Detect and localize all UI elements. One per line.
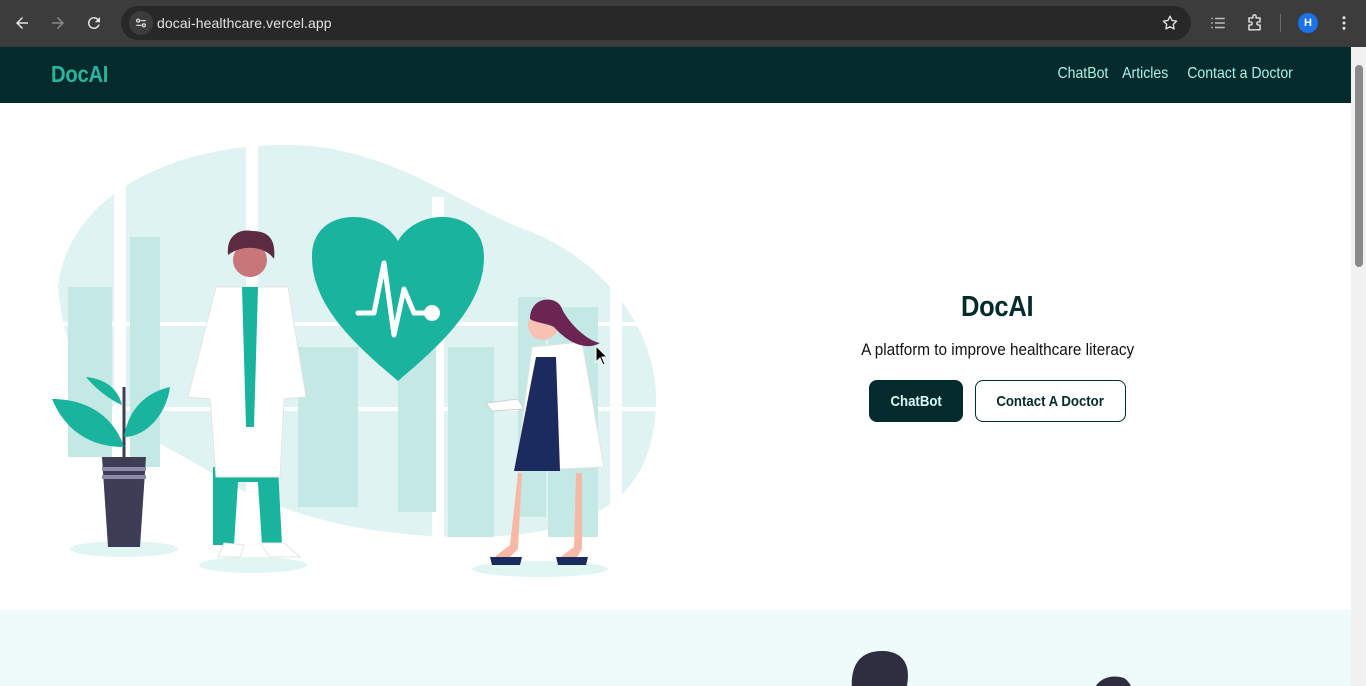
scrollbar-thumb[interactable] <box>1355 65 1363 267</box>
hero-text: DocAI A platform to improve healthcare l… <box>760 291 1235 360</box>
hero-buttons: ChatBot Contact A Doctor <box>869 380 1126 422</box>
bookmark-star-icon[interactable] <box>1161 14 1179 32</box>
nav-links: ChatBot Articles Contact a Doctor <box>1057 65 1300 83</box>
site-settings-icon <box>136 18 146 28</box>
reload-button[interactable] <box>80 9 108 37</box>
site-navbar: DocAI ChatBot Articles Contact a Doctor <box>0 47 1351 103</box>
reload-icon <box>87 17 100 30</box>
hero-title: DocAI <box>961 291 1034 323</box>
site-settings-button[interactable] <box>129 11 153 35</box>
toolbar-separator <box>1280 14 1281 32</box>
nav-link-chatbot[interactable]: ChatBot <box>1057 65 1108 83</box>
profile-avatar[interactable]: H <box>1298 13 1318 33</box>
chatbot-button-label: ChatBot <box>890 392 942 410</box>
page-scrollbar[interactable] <box>1351 47 1366 686</box>
browser-menu-button[interactable] <box>1333 12 1355 34</box>
doctors-illustration <box>52 142 658 577</box>
browser-toolbar: docai-healthcare.vercel.app H <box>0 0 1366 47</box>
nav-link-contact[interactable]: Contact a Doctor <box>1187 65 1293 83</box>
mouse-cursor-icon <box>595 345 609 366</box>
brand-logo[interactable]: DocAI <box>51 61 108 88</box>
section-illustration-peek <box>851 650 1131 686</box>
forward-button[interactable] <box>44 9 72 37</box>
forward-icon <box>52 17 64 29</box>
menu-kebab-icon <box>1342 16 1346 30</box>
url-text[interactable]: docai-healthcare.vercel.app <box>157 15 332 31</box>
nav-link-articles[interactable]: Articles <box>1123 65 1169 83</box>
address-bar[interactable]: docai-healthcare.vercel.app <box>121 6 1191 40</box>
back-button[interactable] <box>8 9 36 37</box>
features-section <box>0 610 1351 686</box>
page-viewport: DocAI ChatBot Articles Contact a Doctor <box>0 47 1366 686</box>
hero-subtitle: A platform to improve healthcare literac… <box>861 340 1134 359</box>
reading-list-icon <box>1211 17 1225 29</box>
extensions-button[interactable] <box>1243 12 1265 34</box>
extensions-icon <box>1247 13 1261 31</box>
back-icon <box>16 17 28 29</box>
reading-list-button[interactable] <box>1207 12 1229 34</box>
contact-doctor-button-label: Contact A Doctor <box>996 392 1105 410</box>
chatbot-button[interactable]: ChatBot <box>869 380 963 422</box>
contact-doctor-button[interactable]: Contact A Doctor <box>975 380 1126 422</box>
